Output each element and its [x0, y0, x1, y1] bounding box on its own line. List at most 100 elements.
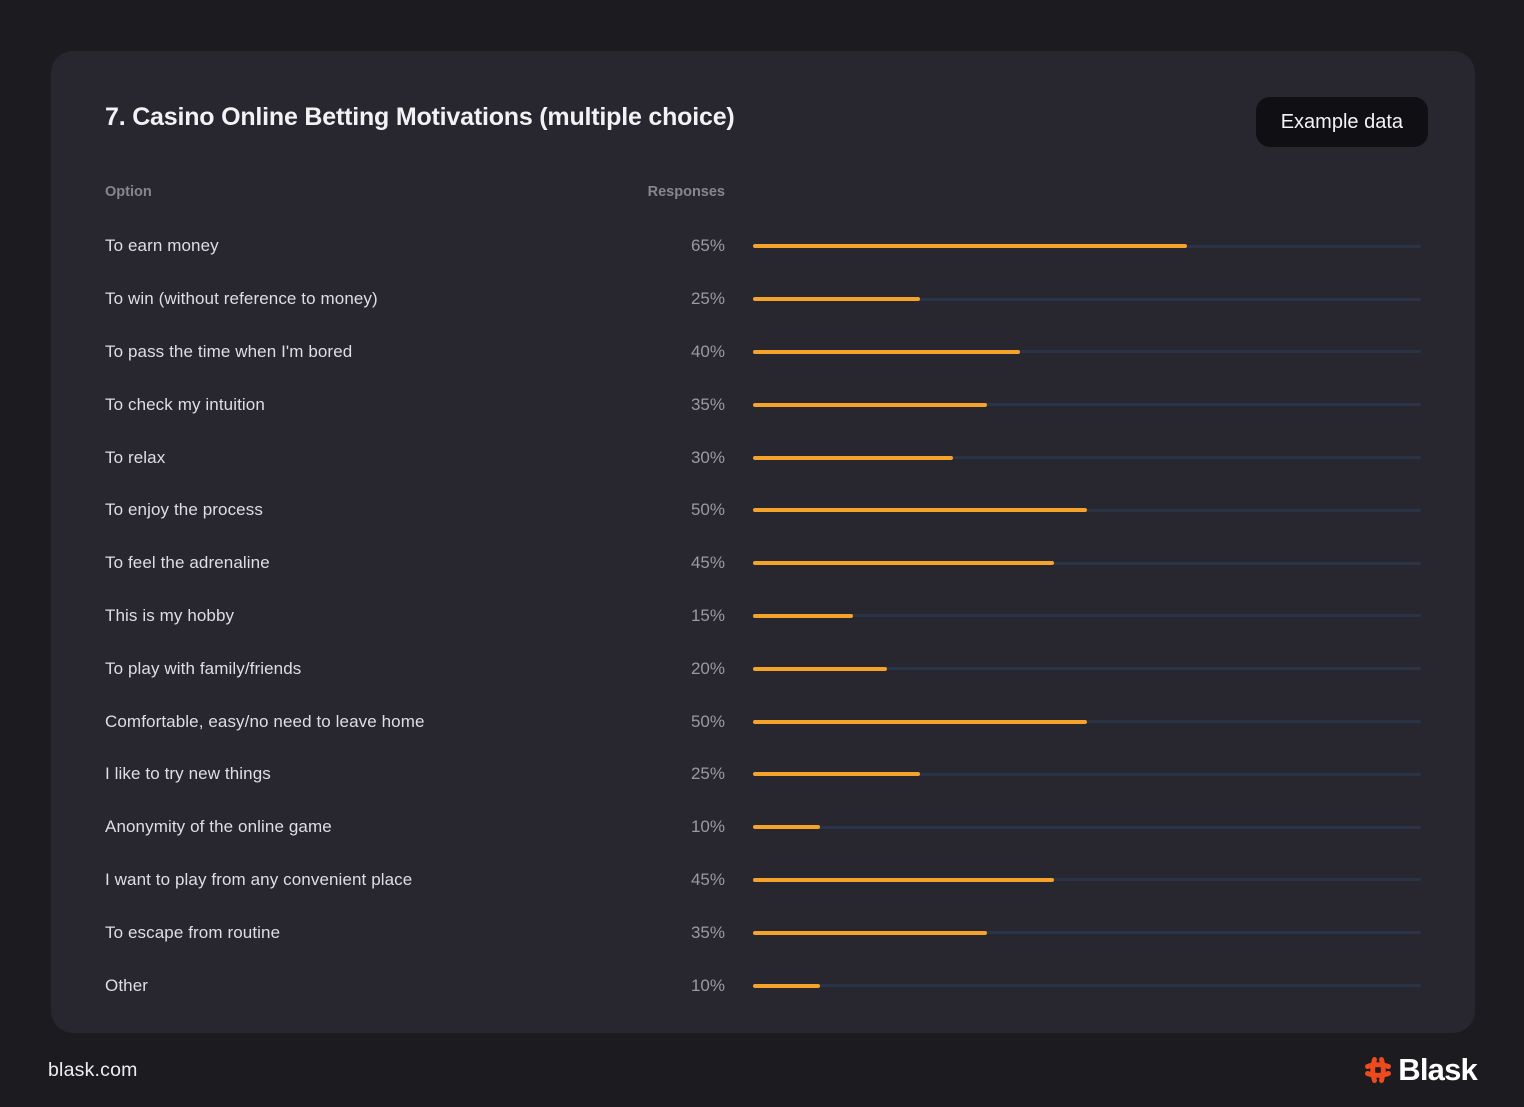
- option-label: Other: [105, 976, 647, 996]
- response-percent: 50%: [647, 712, 725, 732]
- bar-fill: [753, 508, 1087, 512]
- page-title: 7. Casino Online Betting Motivations (mu…: [105, 103, 735, 132]
- response-percent: 45%: [647, 553, 725, 573]
- bar-track: [753, 456, 1421, 459]
- table-row: To enjoy the process 50%: [105, 484, 1421, 537]
- response-percent: 20%: [647, 659, 725, 679]
- column-header-option: Option: [105, 184, 647, 200]
- response-percent: 65%: [647, 236, 725, 256]
- bar-track: [753, 984, 1421, 987]
- table-row: Other 10%: [105, 959, 1421, 1012]
- table-row: Comfortable, easy/no need to leave home …: [105, 695, 1421, 748]
- bar-cell: [725, 562, 1421, 565]
- bar-fill: [753, 456, 953, 460]
- table-header-row: Option Responses: [105, 183, 1421, 201]
- bar-cell: [725, 350, 1421, 353]
- bar-cell: [725, 773, 1421, 776]
- bar-fill: [753, 350, 1020, 354]
- option-label: To enjoy the process: [105, 500, 647, 520]
- bar-cell: [725, 667, 1421, 670]
- response-percent: 25%: [647, 289, 725, 309]
- bar-track: [753, 509, 1421, 512]
- table-row: To check my intuition 35%: [105, 378, 1421, 431]
- option-label: I like to try new things: [105, 764, 647, 784]
- bar-cell: [725, 720, 1421, 723]
- bar-track: [753, 667, 1421, 670]
- table-row: To escape from routine 35%: [105, 906, 1421, 959]
- option-label: I want to play from any convenient place: [105, 870, 647, 890]
- option-label: To earn money: [105, 236, 647, 256]
- bar-track: [753, 245, 1421, 248]
- bar-fill: [753, 720, 1087, 724]
- response-percent: 35%: [647, 395, 725, 415]
- bar-track: [753, 826, 1421, 829]
- bar-fill: [753, 561, 1054, 565]
- bar-fill: [753, 297, 920, 301]
- option-label: To feel the adrenaline: [105, 553, 647, 573]
- option-label: Anonymity of the online game: [105, 817, 647, 837]
- bar-fill: [753, 667, 887, 671]
- bar-cell: [725, 509, 1421, 512]
- response-percent: 40%: [647, 342, 725, 362]
- example-data-badge: Example data: [1256, 97, 1428, 147]
- bar-cell: [725, 245, 1421, 248]
- table-row: To win (without reference to money) 25%: [105, 273, 1421, 326]
- bar-cell: [725, 984, 1421, 987]
- response-percent: 10%: [647, 817, 725, 837]
- bar-track: [753, 614, 1421, 617]
- bar-fill: [753, 878, 1054, 882]
- bar-fill: [753, 614, 853, 618]
- response-percent: 25%: [647, 764, 725, 784]
- table-row: To pass the time when I'm bored 40%: [105, 326, 1421, 379]
- bar-fill: [753, 244, 1187, 248]
- column-header-responses: Responses: [647, 184, 725, 200]
- bar-track: [753, 931, 1421, 934]
- table-row: To feel the adrenaline 45%: [105, 537, 1421, 590]
- table-row: To relax 30%: [105, 431, 1421, 484]
- response-percent: 10%: [647, 976, 725, 996]
- option-label: To win (without reference to money): [105, 289, 647, 309]
- bar-fill: [753, 772, 920, 776]
- responses-table: Option Responses To earn money 65% To wi…: [51, 183, 1475, 1012]
- response-percent: 30%: [647, 448, 725, 468]
- option-label: This is my hobby: [105, 606, 647, 626]
- response-percent: 15%: [647, 606, 725, 626]
- bar-cell: [725, 931, 1421, 934]
- bar-fill: [753, 984, 820, 988]
- option-label: To relax: [105, 448, 647, 468]
- table-row: I want to play from any convenient place…: [105, 854, 1421, 907]
- bar-cell: [725, 403, 1421, 406]
- bar-track: [753, 298, 1421, 301]
- bar-track: [753, 350, 1421, 353]
- bar-track: [753, 720, 1421, 723]
- option-label: Comfortable, easy/no need to leave home: [105, 712, 647, 732]
- table-row: To play with family/friends 20%: [105, 642, 1421, 695]
- bar-cell: [725, 298, 1421, 301]
- card-header: 7. Casino Online Betting Motivations (mu…: [51, 51, 1475, 147]
- response-percent: 35%: [647, 923, 725, 943]
- bar-track: [753, 403, 1421, 406]
- bar-track: [753, 562, 1421, 565]
- bar-cell: [725, 878, 1421, 881]
- table-row: I like to try new things 25%: [105, 748, 1421, 801]
- bar-track: [753, 878, 1421, 881]
- bar-cell: [725, 826, 1421, 829]
- footer-url: blask.com: [48, 1059, 138, 1082]
- option-label: To play with family/friends: [105, 659, 647, 679]
- blask-hash-icon: [1363, 1055, 1393, 1085]
- table-row: This is my hobby 15%: [105, 590, 1421, 643]
- table-body: To earn money 65% To win (without refere…: [105, 220, 1421, 1012]
- bar-fill: [753, 825, 820, 829]
- brand-logo: Blask: [1363, 1052, 1477, 1088]
- bar-fill: [753, 403, 987, 407]
- chart-card: 7. Casino Online Betting Motivations (mu…: [51, 51, 1475, 1033]
- brand-wordmark: Blask: [1398, 1052, 1477, 1088]
- option-label: To check my intuition: [105, 395, 647, 415]
- option-label: To escape from routine: [105, 923, 647, 943]
- table-row: To earn money 65%: [105, 220, 1421, 273]
- footer: blask.com Blask: [0, 1033, 1524, 1107]
- response-percent: 45%: [647, 870, 725, 890]
- response-percent: 50%: [647, 500, 725, 520]
- bar-cell: [725, 456, 1421, 459]
- bar-track: [753, 773, 1421, 776]
